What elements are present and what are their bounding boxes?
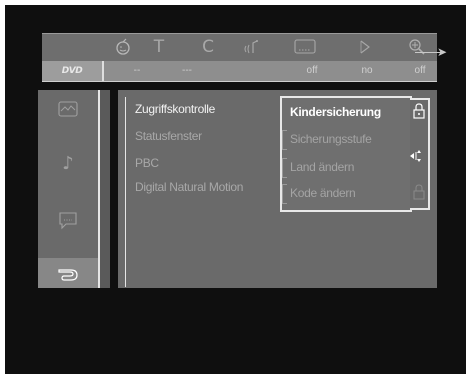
voice-icon[interactable] xyxy=(240,35,266,56)
dvd-logo-text: DVD xyxy=(61,66,83,76)
submenu-item-sicherungsstufe[interactable]: Sicherungsstufe xyxy=(290,132,372,146)
panel-divider xyxy=(125,97,126,287)
status-value: off xyxy=(414,65,426,76)
submenu-bracket xyxy=(282,184,287,204)
sidebar-gap xyxy=(100,90,110,288)
clock-icon[interactable]: C xyxy=(195,35,221,59)
text-icon[interactable]: T xyxy=(146,35,172,59)
submenu-bracket xyxy=(282,158,287,178)
picture-icon[interactable] xyxy=(56,97,80,121)
osd-toolbar: T C xyxy=(42,33,437,62)
menu-item-zugriffskontrolle[interactable]: Zugriffskontrolle xyxy=(135,102,215,116)
subtitle-icon[interactable] xyxy=(292,35,318,56)
speech-bubble-icon[interactable] xyxy=(56,208,80,232)
tv-screen: T C ➤ DVD -- --- off no off ♪ Zugriffsko… xyxy=(5,5,466,374)
status-value: no xyxy=(361,65,373,76)
angle-icon[interactable] xyxy=(352,35,378,56)
arrow-right-icon: ➤ xyxy=(437,45,448,59)
status-value: off xyxy=(306,65,318,76)
hand-pointer-icon[interactable] xyxy=(56,261,80,285)
navigation-arrows-icon xyxy=(409,148,423,166)
lock-icon xyxy=(413,184,425,204)
status-bar: DVD -- --- off no off xyxy=(42,61,437,82)
status-value: --- xyxy=(182,65,192,76)
music-note-icon[interactable]: ♪ xyxy=(56,152,80,176)
dvd-logo: DVD xyxy=(42,61,104,81)
submenu-item-land-aendern[interactable]: Land ändern xyxy=(290,160,354,174)
category-sidebar: ♪ xyxy=(38,90,98,288)
submenu-item-kode-aendern[interactable]: Kode ändern xyxy=(290,186,356,200)
clock-glyph: C xyxy=(202,37,214,57)
status-value: -- xyxy=(133,65,141,76)
access-control-submenu: Kindersicherung Sicherungsstufe Land änd… xyxy=(280,96,412,212)
submenu-bracket xyxy=(282,130,287,150)
submenu-item-kindersicherung[interactable]: Kindersicherung xyxy=(290,105,381,119)
text-glyph: T xyxy=(153,37,165,57)
menu-item-pbc[interactable]: PBC xyxy=(135,156,159,170)
menu-item-statusfenster[interactable]: Statusfenster xyxy=(135,129,202,143)
menu-item-digital-natural-motion[interactable]: Digital Natural Motion xyxy=(135,180,243,194)
lock-icon xyxy=(413,103,425,123)
face-icon[interactable] xyxy=(110,35,136,56)
